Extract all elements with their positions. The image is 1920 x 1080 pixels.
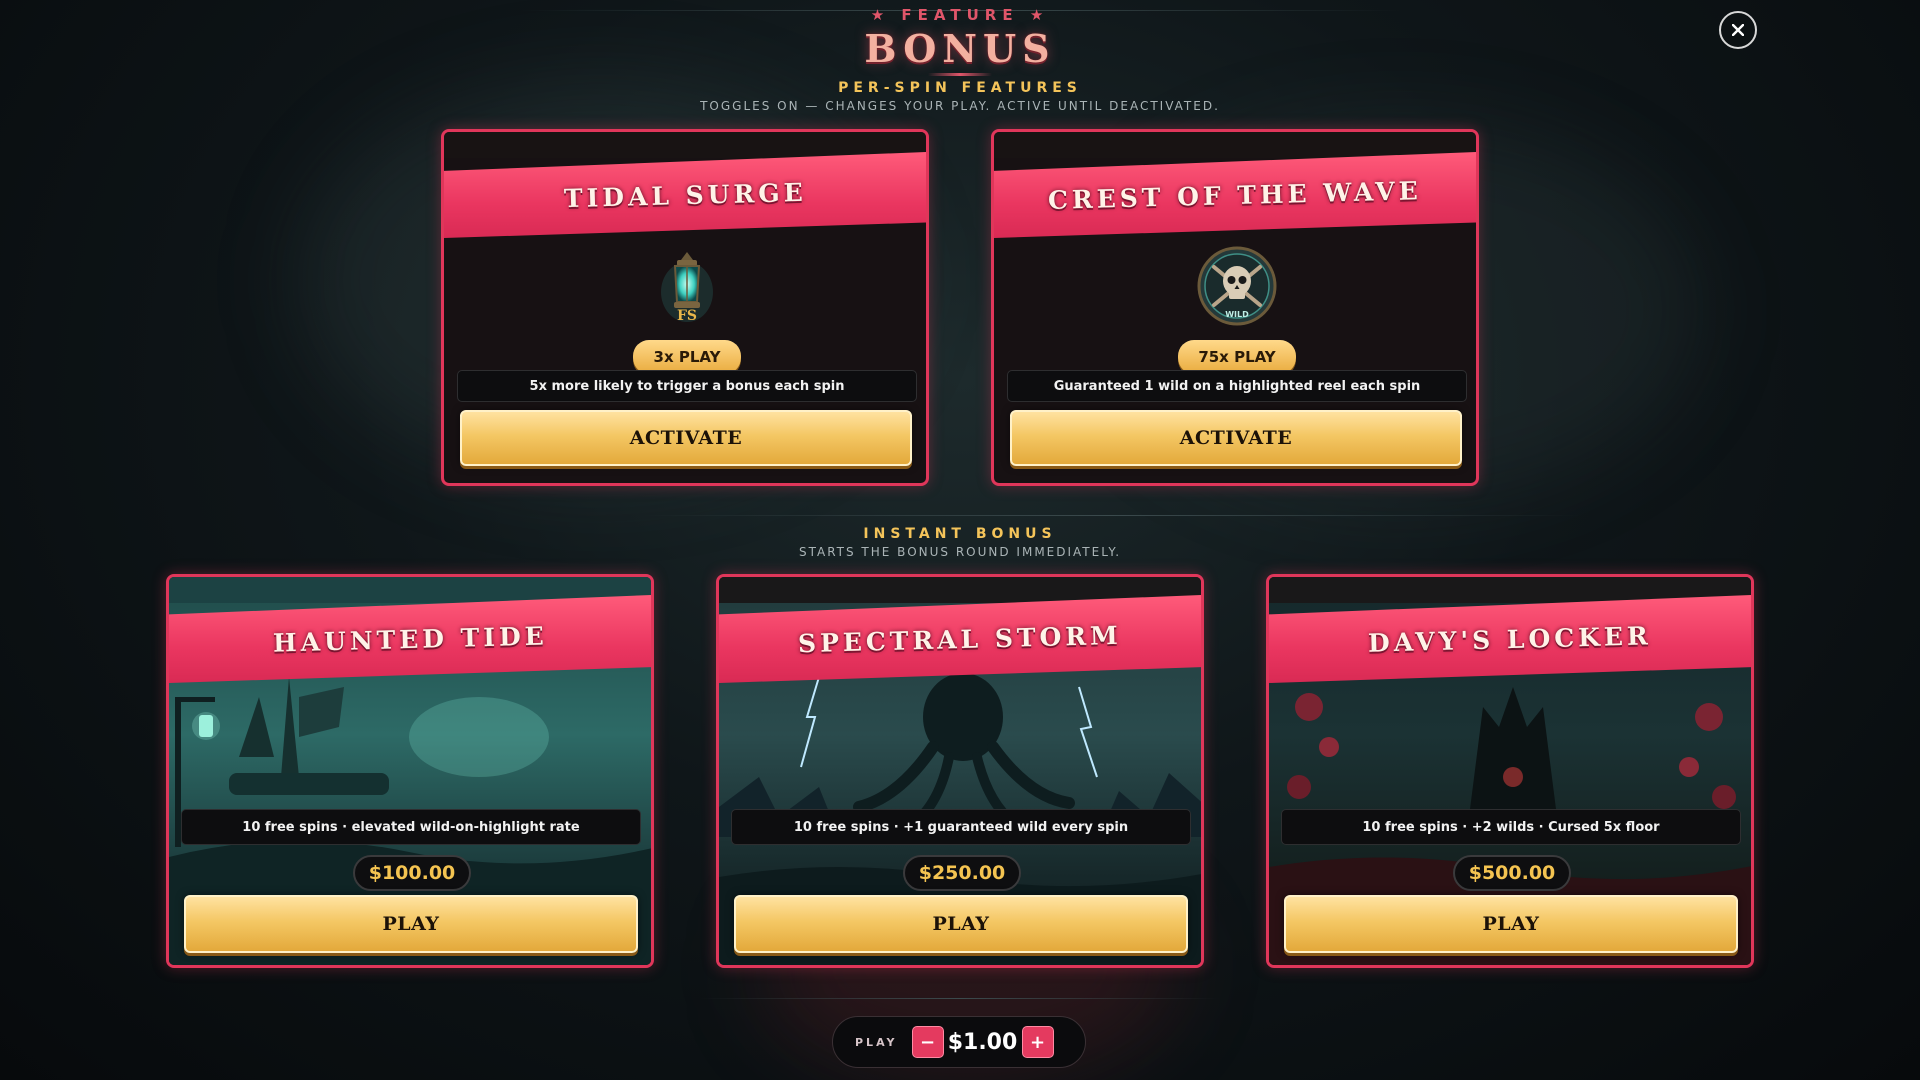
card-title: HAUNTED TIDE: [272, 620, 548, 658]
svg-text:FS: FS: [677, 308, 697, 324]
star-icon: ★: [1029, 6, 1050, 24]
card-title: TIDAL SURGE: [563, 177, 807, 213]
bonus-card-davys-locker: DAVY'S LOCKER 10 free spins · +2 wilds ·…: [1266, 574, 1754, 968]
stake-label: PLAY: [855, 1035, 898, 1049]
stake-control: PLAY − $1.00 +: [832, 1016, 1086, 1068]
bonus-description: 10 free spins · +2 wilds · Cursed 5x flo…: [1281, 809, 1741, 845]
section-divider: [640, 515, 1580, 516]
title-underline: [928, 73, 992, 76]
card-title: CREST OF THE WAVE: [1047, 175, 1423, 215]
instant-bonus-subtitle: STARTS THE BONUS ROUND IMMEDIATELY.: [798, 545, 1122, 559]
card-title: DAVY'S LOCKER: [1367, 620, 1653, 658]
close-icon: [1732, 24, 1744, 36]
stake-value: $1.00: [947, 1029, 1018, 1055]
activate-button[interactable]: ACTIVATE: [460, 410, 912, 466]
feature-description: 5x more likely to trigger a bonus each s…: [457, 370, 917, 402]
per-spin-subtitle: TOGGLES ON — CHANGES YOUR PLAY. ACTIVE U…: [700, 99, 1220, 113]
play-button[interactable]: PLAY: [184, 895, 638, 953]
price-tag: $500.00: [1453, 855, 1571, 891]
plus-icon: +: [1029, 1031, 1046, 1053]
close-button[interactable]: [1719, 11, 1757, 49]
card-top: [994, 132, 1476, 158]
play-button[interactable]: PLAY: [734, 895, 1188, 953]
decrease-stake-button[interactable]: −: [911, 1026, 944, 1058]
instant-bonus-title: INSTANT BONUS: [863, 526, 1057, 542]
cost-pill: 3x PLAY: [633, 340, 741, 374]
modal-header: ★ FEATURE ★ BONUS: [0, 6, 1920, 76]
card-banner: CREST OF THE WAVE: [994, 152, 1476, 238]
card-banner: TIDAL SURGE: [444, 152, 926, 238]
bonus-card-spectral-storm: SPECTRAL STORM 10 free spins · +1 guaran…: [716, 574, 1204, 968]
price-tag: $100.00: [353, 855, 471, 891]
page-title: BONUS: [864, 26, 1056, 71]
price-tag: $250.00: [903, 855, 1021, 891]
bonus-card-haunted-tide: HAUNTED TIDE 10 free spins · elevated wi…: [166, 574, 654, 968]
bonus-description: 10 free spins · +1 guaranteed wild every…: [731, 809, 1191, 845]
feature-description: Guaranteed 1 wild on a highlighted reel …: [1007, 370, 1467, 402]
cost-pill: 75x PLAY: [1178, 340, 1296, 374]
minus-icon: −: [919, 1031, 936, 1053]
header-kicker-text: FEATURE: [901, 6, 1019, 24]
skull-wild-icon: WILD: [1194, 240, 1280, 332]
per-spin-title: PER-SPIN FEATURES: [838, 80, 1082, 96]
increase-stake-button[interactable]: +: [1021, 1026, 1054, 1058]
section-divider: [700, 998, 1220, 999]
feature-card-crest-of-the-wave: CREST OF THE WAVE WILD 75x PLAY Guarante…: [991, 129, 1479, 486]
play-button[interactable]: PLAY: [1284, 895, 1738, 953]
svg-text:WILD: WILD: [1225, 310, 1249, 319]
lantern-fs-icon: FS: [648, 244, 726, 330]
header-kicker: ★ FEATURE ★: [0, 6, 1920, 24]
bonus-description: 10 free spins · elevated wild-on-highlig…: [181, 809, 641, 845]
feature-card-tidal-surge: TIDAL SURGE FS 3x PLAY 5x more likely to…: [441, 129, 929, 486]
activate-button[interactable]: ACTIVATE: [1010, 410, 1462, 466]
star-icon: ★: [870, 6, 891, 24]
card-top: [444, 132, 926, 158]
card-title: SPECTRAL STORM: [797, 620, 1123, 658]
